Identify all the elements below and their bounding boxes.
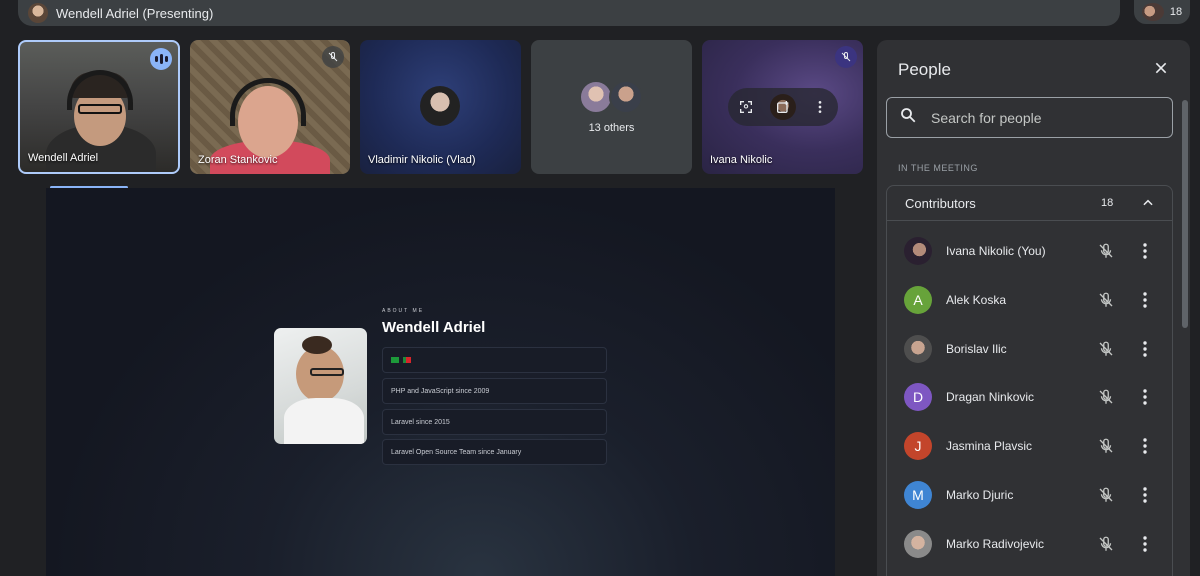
pin-to-screen-icon[interactable] <box>769 94 796 120</box>
contributors-header[interactable]: Contributors 18 <box>887 186 1172 221</box>
speaking-indicator-icon <box>150 48 172 70</box>
tile-name: Wendell Adriel <box>28 152 99 164</box>
more-options-icon[interactable] <box>1137 534 1153 554</box>
group-label: Contributors <box>905 195 976 211</box>
group-count: 18 <box>1101 197 1114 209</box>
tile-name: Vladimir Nikolic (Vlad) <box>368 154 476 166</box>
panel-title: People <box>898 60 951 79</box>
person-row[interactable]: M Marko Djuric <box>887 471 1172 519</box>
muted-mic-icon[interactable] <box>1097 242 1115 260</box>
flags-box <box>382 347 607 373</box>
frame-focus-icon[interactable] <box>733 94 759 120</box>
person-row[interactable]: Ivana Nikolic (You) <box>887 227 1172 275</box>
person-name: Jasmina Plavsic <box>946 439 1033 453</box>
fact-box: PHP and JavaScript since 2009 <box>382 378 607 404</box>
section-label: IN THE MEETING <box>898 163 978 173</box>
participant-avatar <box>609 80 643 114</box>
avatar <box>904 335 932 363</box>
avatar <box>904 237 932 265</box>
tile-name: Ivana Nikolic <box>710 154 773 166</box>
video-tile-zoran[interactable]: Zoran Stankovic <box>190 40 350 174</box>
person-row[interactable]: Marko Radivojevic <box>887 520 1172 568</box>
muted-mic-icon[interactable] <box>1097 388 1115 406</box>
more-options-icon[interactable] <box>1137 241 1153 261</box>
avatar: J <box>904 432 932 460</box>
fact-box: Laravel since 2015 <box>382 409 607 435</box>
panel-scrollbar[interactable] <box>1182 100 1188 328</box>
brazil-flag-icon <box>391 357 399 363</box>
muted-mic-icon[interactable] <box>1097 486 1115 504</box>
more-options-icon[interactable] <box>1137 339 1153 359</box>
person-name: Marko Djuric <box>946 488 1014 502</box>
person-name: Dragan Ninkovic <box>946 390 1035 404</box>
avatar: A <box>904 286 932 314</box>
search-icon <box>899 106 917 129</box>
more-options-icon[interactable] <box>1137 387 1153 407</box>
profile-photo <box>274 328 367 444</box>
more-options-icon[interactable] <box>807 94 833 120</box>
more-options-icon[interactable] <box>1137 290 1153 310</box>
about-label: ABOUT ME <box>382 308 425 314</box>
person-name: Marko Radivojevic <box>946 537 1045 551</box>
avatar: M <box>904 481 932 509</box>
video-tile-ivana[interactable]: Ivana Nikolic <box>702 40 863 174</box>
tile-name: Zoran Stankovic <box>198 154 278 166</box>
presenter-avatar <box>28 3 48 23</box>
people-panel: People IN THE MEETING Contributors 18 Iv… <box>877 40 1190 576</box>
person-row[interactable]: D Dragan Ninkovic <box>887 373 1172 421</box>
portugal-flag-icon <box>403 357 411 363</box>
others-count-label: 13 others <box>588 122 635 134</box>
tile-hover-controls <box>728 88 838 126</box>
muted-mic-icon[interactable] <box>1097 340 1115 358</box>
search-input[interactable] <box>931 109 1151 126</box>
person-name: Alek Koska <box>946 293 1007 307</box>
muted-mic-icon <box>322 46 344 68</box>
close-icon[interactable] <box>1149 56 1173 80</box>
search-field[interactable] <box>886 97 1173 138</box>
muted-mic-icon[interactable] <box>1097 535 1115 553</box>
avatar: D <box>904 383 932 411</box>
presenter-bar[interactable]: Wendell Adriel (Presenting) <box>18 0 1120 26</box>
person-row[interactable]: J Jasmina Plavsic <box>887 422 1172 470</box>
shared-screen[interactable]: ABOUT ME Wendell Adriel PHP and JavaScri… <box>46 188 835 576</box>
avatar <box>904 530 932 558</box>
muted-mic-icon <box>835 46 857 68</box>
more-options-icon[interactable] <box>1137 436 1153 456</box>
more-options-icon[interactable] <box>1137 485 1153 505</box>
headphones <box>230 78 306 126</box>
participant-avatar <box>420 86 460 126</box>
muted-mic-icon[interactable] <box>1097 437 1115 455</box>
participant-avatar <box>579 80 613 114</box>
chevron-up-icon[interactable] <box>1141 196 1155 213</box>
video-tile-others[interactable]: 13 others <box>531 40 692 174</box>
person-name: Borislav Ilic <box>946 342 1007 356</box>
muted-mic-icon[interactable] <box>1097 291 1115 309</box>
person-name: Ivana Nikolic (You) <box>946 244 1046 258</box>
participants-avatar <box>1141 3 1164 21</box>
presenter-title: Wendell Adriel (Presenting) <box>56 5 214 21</box>
participants-chip[interactable]: 18 <box>1134 0 1190 24</box>
video-tile-vladimir[interactable]: Vladimir Nikolic (Vlad) <box>360 40 521 174</box>
glasses <box>78 104 122 114</box>
person-row[interactable]: A Alek Koska <box>887 276 1172 324</box>
contributors-group: Contributors 18 Ivana Nikolic (You) A Al… <box>886 185 1173 576</box>
person-row[interactable]: Borislav Ilic <box>887 325 1172 373</box>
fact-box: Laravel Open Source Team since January <box>382 439 607 465</box>
video-tile-wendell[interactable]: Wendell Adriel <box>18 40 180 174</box>
participant-count: 18 <box>1169 6 1183 18</box>
presenter-name: Wendell Adriel <box>382 319 486 336</box>
